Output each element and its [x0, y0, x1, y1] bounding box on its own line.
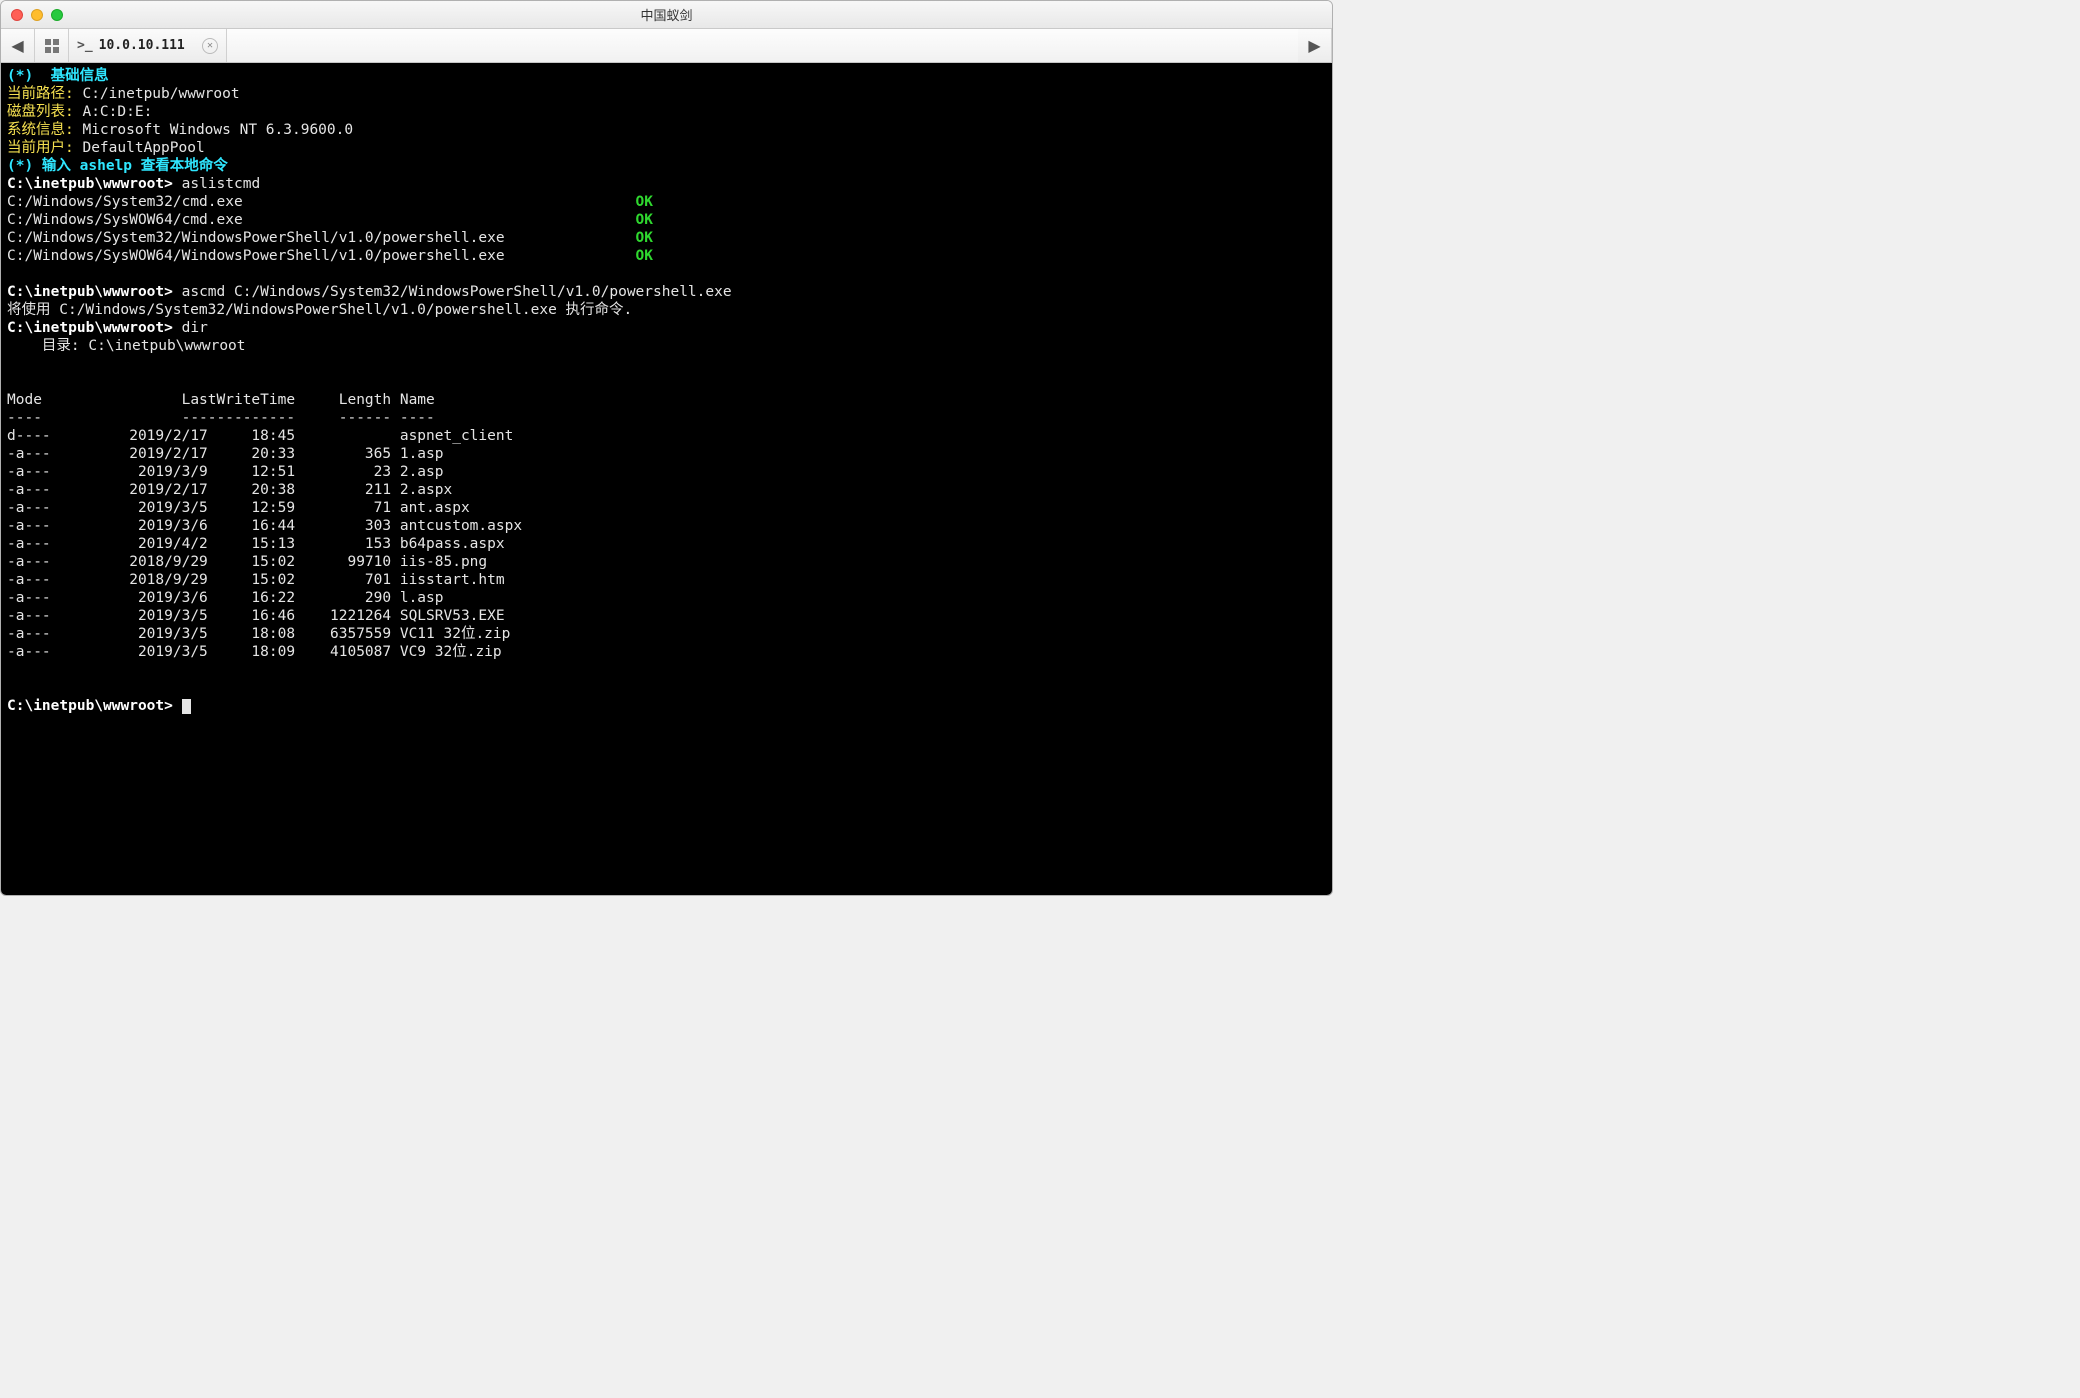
titlebar: 中国蚁剑	[1, 1, 1332, 29]
chevron-right-icon: ▶	[1308, 36, 1320, 56]
toolbar: ◀ >_ 10.0.10.111 ✕ ▶	[1, 29, 1332, 63]
toolbar-spacer	[227, 29, 1298, 62]
app-window: 中国蚁剑 ◀ >_ 10.0.10.111 ✕ ▶ (*) 基础信息当前路径: …	[0, 0, 1333, 896]
tab-close-button[interactable]: ✕	[202, 38, 218, 54]
chevron-left-icon: ◀	[11, 36, 23, 56]
grid-icon	[45, 39, 59, 53]
nav-forward-button[interactable]: ▶	[1298, 29, 1332, 62]
window-title: 中国蚁剑	[1, 5, 1332, 24]
grid-view-button[interactable]	[35, 29, 69, 62]
nav-back-button[interactable]: ◀	[1, 29, 35, 62]
tab-label: 10.0.10.111	[99, 38, 185, 53]
terminal-output[interactable]: (*) 基础信息当前路径: C:/inetpub/wwwroot磁盘列表: A:…	[1, 63, 1332, 895]
terminal-icon: >_	[77, 38, 93, 53]
tab-terminal[interactable]: >_ 10.0.10.111 ✕	[69, 29, 227, 62]
